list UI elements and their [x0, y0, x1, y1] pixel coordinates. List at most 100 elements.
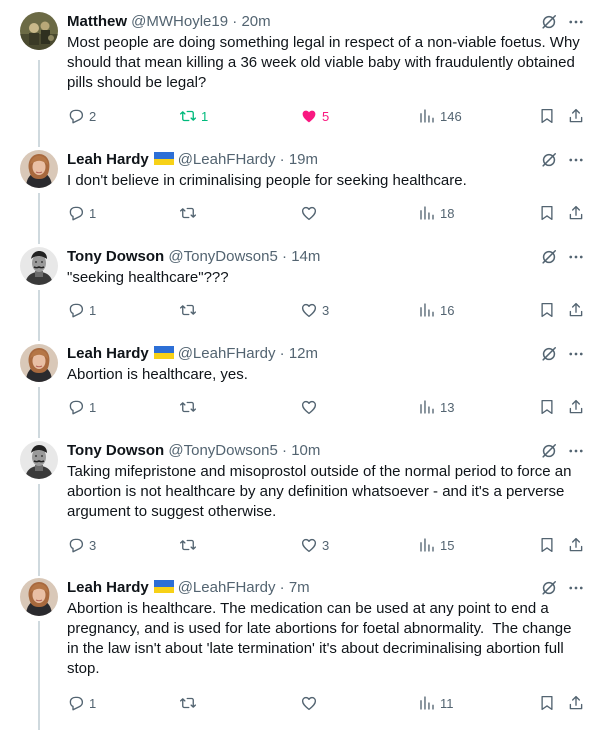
- share-button[interactable]: [567, 535, 585, 555]
- tweet[interactable]: Leah Hardy @LeahFHardy · 19m I don't belie…: [0, 150, 607, 225]
- grok-icon[interactable]: [539, 12, 559, 32]
- share-button[interactable]: [567, 106, 585, 126]
- views-button[interactable]: 15: [418, 535, 454, 555]
- heart-icon: [300, 694, 318, 712]
- reply-count: 3: [89, 537, 97, 553]
- bookmark-icon: [538, 204, 556, 222]
- more-dots-icon[interactable]: [567, 12, 585, 32]
- like-button[interactable]: [300, 203, 322, 223]
- avatar[interactable]: [20, 150, 58, 188]
- retweet-button[interactable]: [179, 693, 201, 713]
- views-button[interactable]: 16: [418, 300, 454, 320]
- views-button[interactable]: 11: [418, 693, 454, 713]
- reply-count: 1: [89, 302, 97, 318]
- more-dots-icon[interactable]: [567, 344, 585, 364]
- like-button[interactable]: [300, 693, 322, 713]
- reply-icon: [67, 204, 85, 222]
- bookmark-button[interactable]: [538, 300, 556, 320]
- bookmark-button[interactable]: [538, 203, 556, 223]
- grok-icon[interactable]: [539, 578, 559, 598]
- tweet[interactable]: Tony Dowson @TonyDowson5 · 10m Taking mif…: [0, 441, 607, 557]
- separator-dot: ·: [282, 248, 288, 265]
- author-name[interactable]: Tony Dowson: [67, 248, 164, 265]
- reply-icon: [67, 694, 85, 712]
- reply-button[interactable]: 1: [67, 203, 96, 223]
- share-icon: [567, 536, 585, 554]
- share-button[interactable]: [567, 397, 585, 417]
- retweet-button[interactable]: [179, 535, 201, 555]
- tweet[interactable]: Leah Hardy @LeahFHardy · 7m Abortion is he…: [0, 578, 607, 715]
- like-button[interactable]: 3: [300, 535, 329, 555]
- tweet[interactable]: Tony Dowson @TonyDowson5 · 14m "seeking h…: [0, 247, 607, 322]
- author-handle[interactable]: @LeahFHardy: [178, 579, 276, 596]
- author-name[interactable]: Leah Hardy: [67, 151, 149, 168]
- share-icon: [567, 204, 585, 222]
- action-bar: 3 3 15: [67, 535, 587, 555]
- author-handle[interactable]: @TonyDowson5: [168, 248, 277, 265]
- avatar[interactable]: [20, 344, 58, 382]
- reply-button[interactable]: 2: [67, 106, 96, 126]
- views-button[interactable]: 146: [418, 106, 462, 126]
- author-name[interactable]: Leah Hardy: [67, 579, 149, 596]
- views-button[interactable]: 13: [418, 397, 454, 417]
- share-button[interactable]: [567, 693, 585, 713]
- like-button[interactable]: 3: [300, 300, 329, 320]
- views-chart-icon: [418, 301, 436, 319]
- timestamp[interactable]: 7m: [289, 579, 310, 596]
- author-name[interactable]: Tony Dowson: [67, 442, 164, 459]
- timestamp[interactable]: 19m: [289, 151, 318, 168]
- bookmark-icon: [538, 536, 556, 554]
- reply-button[interactable]: 3: [67, 535, 96, 555]
- timestamp[interactable]: 14m: [291, 248, 320, 265]
- grok-icon[interactable]: [539, 344, 559, 364]
- share-icon: [567, 398, 585, 416]
- avatar[interactable]: [20, 12, 58, 50]
- heart-icon: [300, 398, 318, 416]
- retweet-button[interactable]: 1: [179, 106, 208, 126]
- more-dots-icon[interactable]: [567, 247, 585, 267]
- retweet-button[interactable]: [179, 397, 201, 417]
- action-bar: 1 13: [67, 397, 587, 417]
- author-handle[interactable]: @MWHoyle19: [131, 13, 228, 30]
- timestamp[interactable]: 12m: [289, 345, 318, 362]
- more-dots-icon[interactable]: [567, 150, 585, 170]
- retweet-button[interactable]: [179, 203, 201, 223]
- reply-button[interactable]: 1: [67, 693, 96, 713]
- reply-button[interactable]: 1: [67, 300, 96, 320]
- grok-icon[interactable]: [539, 247, 559, 267]
- grok-icon[interactable]: [539, 150, 559, 170]
- bookmark-button[interactable]: [538, 535, 556, 555]
- bookmark-button[interactable]: [538, 397, 556, 417]
- timestamp[interactable]: 10m: [291, 442, 320, 459]
- author-handle[interactable]: @LeahFHardy: [178, 345, 276, 362]
- reply-count: 1: [89, 205, 97, 221]
- reply-icon: [67, 536, 85, 554]
- reply-icon: [67, 107, 85, 125]
- tweet[interactable]: Matthew @MWHoyle19 · 20m Most people are …: [0, 12, 607, 128]
- author-handle[interactable]: @TonyDowson5: [168, 442, 277, 459]
- timestamp[interactable]: 20m: [241, 13, 270, 30]
- tweet[interactable]: Leah Hardy @LeahFHardy · 12m Abortion is h…: [0, 344, 607, 419]
- views-chart-icon: [418, 107, 436, 125]
- avatar[interactable]: [20, 578, 58, 616]
- share-button[interactable]: [567, 203, 585, 223]
- grok-icon[interactable]: [539, 441, 559, 461]
- separator-dot: ·: [232, 13, 238, 30]
- bookmark-button[interactable]: [538, 106, 556, 126]
- like-button[interactable]: 5: [300, 106, 329, 126]
- author-handle[interactable]: @LeahFHardy: [178, 151, 276, 168]
- author-name[interactable]: Leah Hardy: [67, 345, 149, 362]
- views-button[interactable]: 18: [418, 203, 454, 223]
- reply-button[interactable]: 1: [67, 397, 96, 417]
- more-dots-icon[interactable]: [567, 578, 585, 598]
- retweet-button[interactable]: [179, 300, 201, 320]
- avatar[interactable]: [20, 247, 58, 285]
- more-dots-icon[interactable]: [567, 441, 585, 461]
- author-name[interactable]: Matthew: [67, 13, 127, 30]
- like-button[interactable]: [300, 397, 322, 417]
- separator-dot: ·: [279, 579, 285, 596]
- bookmark-button[interactable]: [538, 693, 556, 713]
- share-button[interactable]: [567, 300, 585, 320]
- avatar[interactable]: [20, 441, 58, 479]
- retweet-icon: [179, 398, 197, 416]
